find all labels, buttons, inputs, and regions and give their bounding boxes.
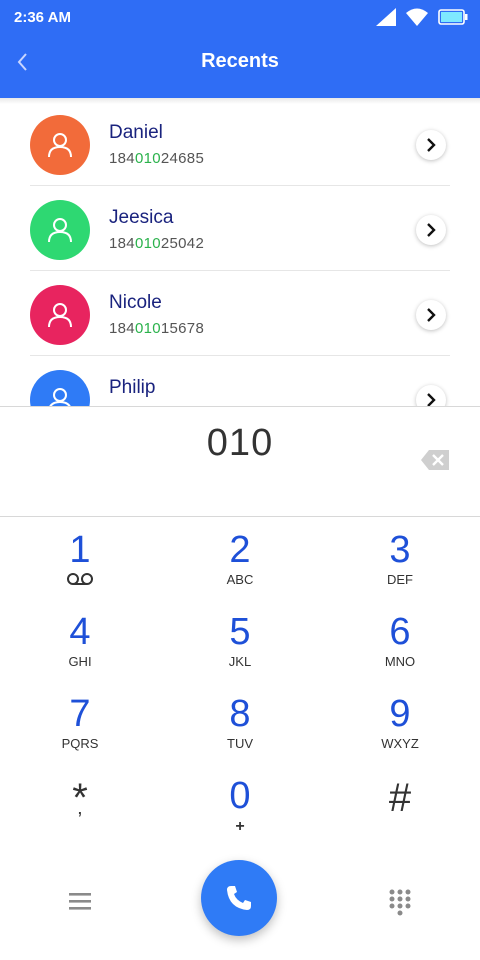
signal-icon (376, 8, 396, 26)
call-button[interactable] (201, 860, 277, 936)
key-star[interactable]: * ʼ (20, 778, 140, 858)
avatar (30, 370, 90, 406)
details-button[interactable] (416, 215, 446, 245)
contact-name: Jeesica (109, 207, 174, 228)
contact-number: 18401025042 (109, 235, 205, 252)
chevron-right-icon (427, 393, 436, 406)
contact-number: 18401015678 (109, 320, 205, 337)
person-icon (48, 218, 72, 243)
avatar (30, 285, 90, 345)
chevron-right-icon (427, 223, 436, 237)
details-button[interactable] (416, 130, 446, 160)
key-5[interactable]: 5 JKL (180, 612, 300, 692)
status-icons (376, 8, 468, 26)
chevron-right-icon (427, 308, 436, 322)
wifi-icon (406, 8, 428, 26)
status-time: 2:36 AM (14, 9, 71, 26)
list-divider (0, 406, 480, 407)
key-2[interactable]: 2 ABC (180, 530, 300, 610)
person-icon (49, 388, 71, 406)
menu-icon[interactable] (68, 890, 92, 912)
keypad-divider (0, 516, 480, 517)
app-header: 2:36 AM Recents (0, 0, 480, 98)
key-hash[interactable]: # (340, 778, 460, 858)
details-button[interactable] (416, 385, 446, 406)
page-title: Recents (201, 50, 279, 72)
battery-icon (438, 9, 468, 25)
list-item[interactable]: Philip (30, 357, 450, 406)
details-button[interactable] (416, 300, 446, 330)
key-3[interactable]: 3 DEF (340, 530, 460, 610)
key-0[interactable]: 0 + (180, 776, 300, 856)
chevron-right-icon (427, 138, 436, 152)
list-item[interactable]: Jeesica 18401025042 (30, 187, 450, 271)
key-9[interactable]: 9 WXYZ (340, 694, 460, 774)
contact-name: Daniel (109, 122, 163, 143)
recents-list: Daniel 18401024685 Jeesica 18401025042 N… (0, 102, 480, 406)
contact-name: Philip (109, 377, 156, 398)
key-6[interactable]: 6 MNO (340, 612, 460, 692)
backspace-icon[interactable] (420, 449, 450, 471)
status-bar: 2:36 AM (0, 0, 480, 34)
dialpad-icon[interactable] (388, 888, 412, 916)
list-item[interactable]: Nicole 18401015678 (30, 272, 450, 356)
key-4[interactable]: 4 GHI (20, 612, 140, 692)
avatar (30, 200, 90, 260)
avatar (30, 115, 90, 175)
phone-icon (227, 886, 251, 910)
list-item[interactable]: Daniel 18401024685 (30, 102, 450, 186)
person-icon (48, 303, 72, 328)
key-7[interactable]: 7 PQRS (20, 694, 140, 774)
key-1[interactable]: 1 (20, 530, 140, 610)
voicemail-icon (67, 573, 93, 585)
dial-input[interactable]: 010 (0, 422, 480, 465)
person-icon (48, 133, 72, 158)
key-8[interactable]: 8 TUV (180, 694, 300, 774)
contact-name: Nicole (109, 292, 162, 313)
contact-number: 18401024685 (109, 150, 205, 167)
